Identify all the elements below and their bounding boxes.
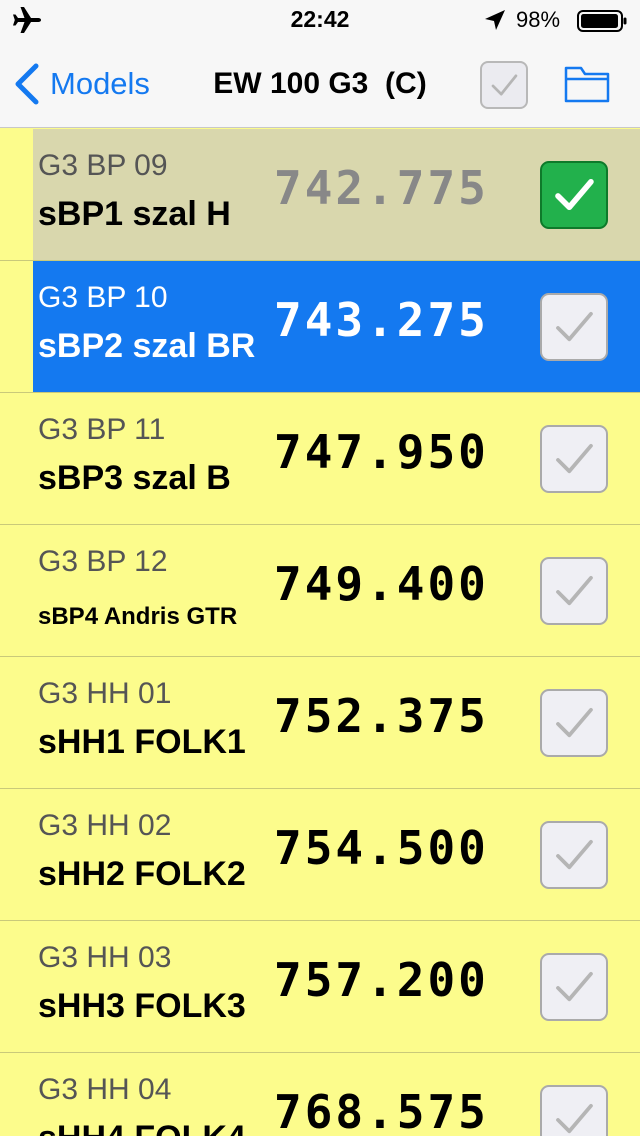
channel-id: G3 HH 02: [38, 809, 172, 842]
channel-checkbox[interactable]: [540, 557, 608, 625]
channel-frequency: 742.775: [274, 161, 489, 215]
channel-row[interactable]: G3 BP 09 sBP1 szal H 742.775: [0, 129, 640, 261]
channel-checkbox[interactable]: [540, 293, 608, 361]
channel-checkbox[interactable]: [540, 425, 608, 493]
channel-id: G3 BP 12: [38, 545, 168, 578]
channel-id: G3 HH 03: [38, 941, 172, 974]
channel-row[interactable]: G3 HH 02 sHH2 FOLK2 754.500: [0, 789, 640, 921]
channel-frequency: 749.400: [274, 557, 489, 611]
channel-frequency: 747.950: [274, 425, 489, 479]
checkmark-icon: [491, 74, 518, 96]
battery-icon: [577, 10, 627, 32]
channel-id: G3 BP 11: [38, 413, 166, 446]
checkmark-icon: [556, 311, 593, 342]
channel-id: G3 BP 09: [38, 149, 168, 182]
channel-id: G3 HH 04: [38, 1073, 172, 1106]
checkmark-icon: [556, 575, 593, 606]
channel-checkbox[interactable]: [540, 821, 608, 889]
folder-icon[interactable]: [564, 64, 610, 104]
checkmark-icon: [556, 971, 593, 1002]
channel-name: sHH4 FOLK4: [38, 1119, 246, 1136]
back-button[interactable]: Models: [14, 62, 150, 106]
channel-frequency: 743.275: [274, 293, 489, 347]
channel-frequency: 752.375: [274, 689, 489, 743]
checkmark-icon: [556, 1103, 593, 1134]
channel-checkbox[interactable]: [540, 1085, 608, 1136]
chevron-left-icon: [15, 63, 39, 105]
channel-checkbox[interactable]: [540, 689, 608, 757]
channel-frequency: 754.500: [274, 821, 489, 875]
checkmark-icon: [556, 707, 593, 738]
checkmark-icon: [556, 839, 593, 870]
channel-row[interactable]: G3 HH 01 sHH1 FOLK1 752.375: [0, 657, 640, 789]
channel-name: sBP1 szal H: [38, 195, 231, 233]
channel-row[interactable]: G3 HH 04 sHH4 FOLK4 768.575: [0, 1053, 640, 1136]
channel-name: sBP3 szal B: [38, 459, 231, 497]
channel-frequency: 768.575: [274, 1085, 489, 1136]
channel-name: sHH1 FOLK1: [38, 723, 246, 761]
channel-checkbox[interactable]: [540, 161, 608, 229]
location-arrow-icon: [485, 10, 505, 30]
battery-percent: 98%: [516, 7, 561, 32]
select-all-checkbox[interactable]: [480, 61, 528, 109]
channel-checkbox[interactable]: [540, 953, 608, 1021]
channel-name: sHH2 FOLK2: [38, 855, 246, 893]
channel-name: sBP4 Andris GTR: [38, 603, 238, 630]
channel-row[interactable]: G3 BP 11 sBP3 szal B 747.950: [0, 393, 640, 525]
channel-frequency: 757.200: [274, 953, 489, 1007]
checkmark-icon: [556, 443, 593, 474]
channel-row[interactable]: G3 HH 03 sHH3 FOLK3 757.200: [0, 921, 640, 1053]
channel-name: sHH3 FOLK3: [38, 987, 246, 1025]
channel-list: G3 BP 09 sBP1 szal H 742.775 G3 BP 10 sBP2 s…: [0, 129, 640, 1136]
checkmark-icon: [555, 179, 594, 211]
channel-name: sBP2 szal BR: [38, 327, 256, 365]
status-bar: 22:42 98%: [0, 0, 640, 40]
channel-row[interactable]: G3 BP 10 sBP2 szal BR 743.275: [0, 261, 640, 393]
back-button-label: Models: [50, 66, 150, 101]
channel-id: G3 HH 01: [38, 677, 172, 710]
channel-id: G3 BP 10: [38, 281, 168, 314]
navigation-bar: Models EW 100 G3 (C): [0, 40, 640, 128]
page-title: EW 100 G3 (C): [213, 67, 427, 100]
channel-row[interactable]: G3 BP 12 sBP4 Andris GTR 749.400: [0, 525, 640, 657]
